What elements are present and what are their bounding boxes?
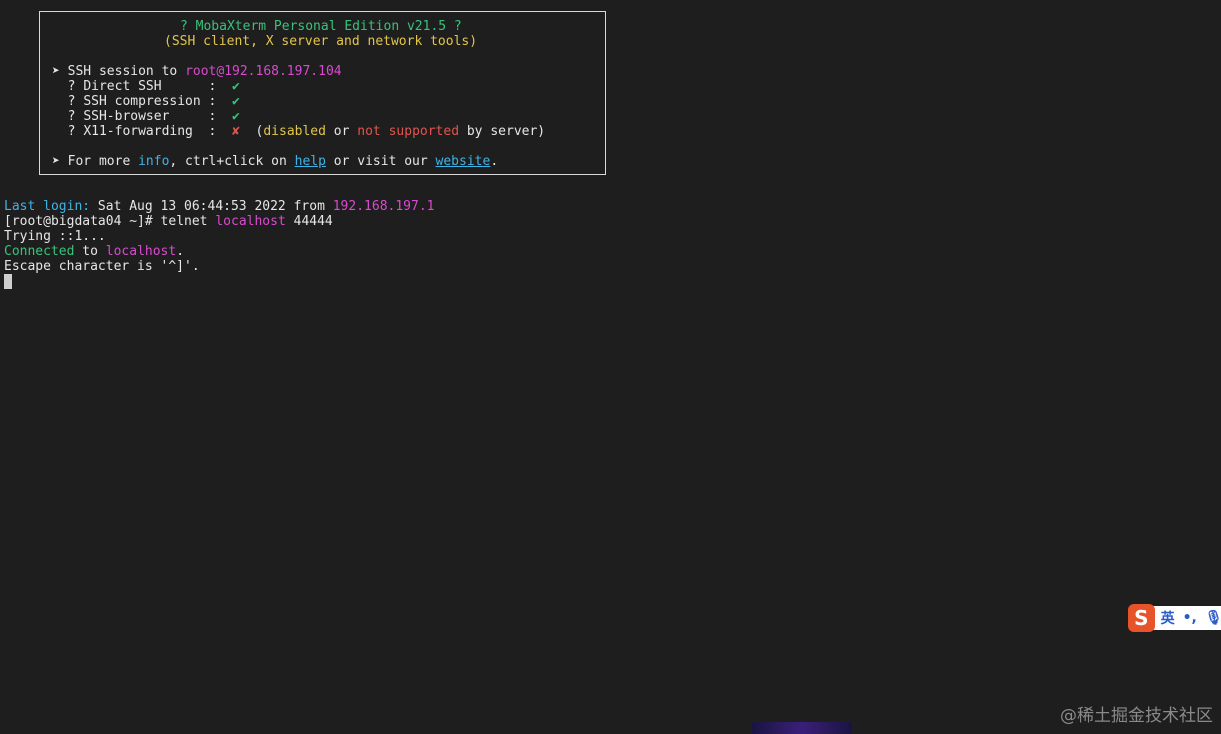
command-telnet: telnet (160, 214, 216, 229)
website-link[interactable]: website (436, 154, 491, 169)
info-line: ➤ For more info, ctrl+click on help or v… (52, 154, 498, 169)
connected-host: localhost (105, 244, 177, 259)
feature-prefix: ? (52, 94, 84, 109)
last-login-label: Last login: (4, 199, 91, 214)
feature-sep: : (208, 124, 233, 139)
feature-name: X11-forwarding (83, 124, 209, 139)
feature-name: Direct SSH (83, 79, 209, 94)
trying-line: Trying ::1... (4, 229, 106, 244)
check-icon: ✔ (232, 109, 240, 124)
text-cursor (4, 274, 12, 289)
connected-to: to (74, 244, 106, 259)
check-icon: ✔ (232, 79, 240, 94)
command-host: localhost (215, 214, 286, 229)
feature-sep: : (208, 109, 233, 124)
banner-subtitle: (SSH client, X server and network tools) (164, 34, 478, 49)
session-prefix: ➤ SSH session to (52, 64, 186, 79)
connected-line: Connected to localhost. (4, 244, 184, 259)
feature-prefix: ? (52, 79, 84, 94)
cross-icon: ✘ (232, 124, 240, 139)
ssh-session-line: ➤ SSH session to root@192.168.197.104 (52, 64, 342, 79)
ime-toolbar[interactable]: S 英 •, 🎙 (1128, 604, 1221, 632)
ime-punctuation-toggle[interactable]: •, (1183, 610, 1197, 626)
x11-note-open: ( (239, 124, 264, 139)
info-prefix: ➤ For more (52, 154, 139, 169)
feature-prefix: ? (52, 124, 84, 139)
banner-title: ? MobaXterm Personal Edition v21.5 ? (180, 19, 462, 34)
x11-disabled: disabled (263, 124, 326, 139)
last-login-line: Last login: Sat Aug 13 06:44:53 2022 fro… (4, 199, 434, 214)
feature-direct-ssh: ? Direct SSH : ✔ (52, 79, 240, 94)
info-visit: or visit our (325, 154, 436, 169)
x11-not-supported: not supported (357, 124, 460, 139)
feature-name: SSH compression (83, 94, 209, 109)
terminal-window[interactable]: ? MobaXterm Personal Edition v21.5 ? (SS… (0, 0, 1221, 734)
x11-or: or (325, 124, 358, 139)
feature-sep: : (208, 79, 233, 94)
ime-language-toggle[interactable]: 英 (1161, 608, 1175, 628)
shell-prompt: [root@bigdata04 ~]# (4, 214, 161, 229)
feature-prefix: ? (52, 109, 84, 124)
connected-end: . (176, 244, 185, 259)
ime-bar[interactable]: 英 •, 🎙 (1148, 606, 1221, 630)
command-line: [root@bigdata04 ~]# telnet localhost 444… (4, 214, 333, 229)
connected-word: Connected (4, 244, 75, 259)
feature-x11-forwarding: ? X11-forwarding : ✘ (disabled or not su… (52, 124, 545, 139)
escape-line: Escape character is '^]'. (4, 259, 200, 274)
x11-by-server: by server) (459, 124, 546, 139)
watermark: @稀土掘金技术社区 (1060, 706, 1213, 726)
session-target: root@192.168.197.104 (185, 64, 342, 79)
feature-ssh-browser: ? SSH-browser : ✔ (52, 109, 240, 124)
last-login-text: Sat Aug 13 06:44:53 2022 from (90, 199, 333, 214)
command-port: 44444 (285, 214, 333, 229)
info-link[interactable]: info (138, 154, 169, 169)
info-end: . (490, 154, 499, 169)
feature-ssh-compression: ? SSH compression : ✔ (52, 94, 240, 109)
last-login-ip: 192.168.197.1 (332, 199, 435, 214)
feature-name: SSH-browser (83, 109, 209, 124)
microphone-icon[interactable]: 🎙 (1205, 610, 1221, 626)
taskbar-fragment (752, 722, 852, 734)
help-link[interactable]: help (295, 154, 326, 169)
feature-sep: : (208, 94, 233, 109)
sogou-logo-icon[interactable]: S (1128, 604, 1155, 632)
check-icon: ✔ (232, 94, 240, 109)
info-mid: , ctrl+click on (169, 154, 295, 169)
